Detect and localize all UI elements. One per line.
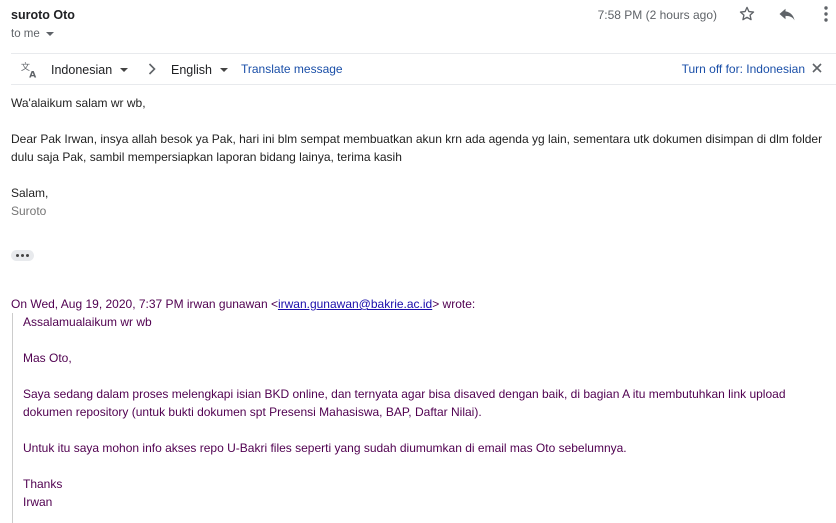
- source-language-select[interactable]: Indonesian: [51, 63, 129, 77]
- quoted-greeting: Assalamualaikum wr wb: [23, 315, 152, 329]
- quoted-paragraph-1: Saya sedang dalam proses melengkapi isia…: [23, 387, 786, 419]
- recipient-details[interactable]: to me: [11, 28, 54, 40]
- more-vert-icon: [824, 6, 828, 22]
- message-paragraph: Dear Pak Irwan, insya allah besok ya Pak…: [11, 132, 823, 164]
- dropdown-caret-icon: [220, 68, 228, 72]
- target-language-select[interactable]: English: [171, 63, 228, 77]
- close-icon: [812, 63, 822, 73]
- quoted-header: On Wed, Aug 19, 2020, 7:37 PM irwan guna…: [11, 295, 475, 313]
- quoted-header-prefix: On Wed, Aug 19, 2020, 7:37 PM irwan guna…: [11, 297, 278, 311]
- reply-arrow-icon: [779, 8, 795, 21]
- turn-off-translation-link[interactable]: Turn off for: Indonesian: [682, 62, 805, 76]
- message-greeting: Wa'alaikum salam wr wb,: [11, 96, 146, 110]
- ellipsis-dot-icon: [26, 254, 29, 257]
- quoted-signature: Irwan: [23, 495, 53, 509]
- show-trimmed-content-button[interactable]: [11, 250, 34, 261]
- recipient-label: to me: [11, 28, 40, 40]
- message-closing: Salam,: [11, 186, 49, 200]
- message-time: 7:58 PM (2 hours ago): [597, 8, 717, 22]
- caret-down-icon[interactable]: [45, 32, 54, 36]
- source-language-label: Indonesian: [51, 63, 113, 77]
- message-signature: Suroto: [11, 204, 47, 218]
- target-language-label: English: [171, 63, 212, 77]
- sender-name[interactable]: suroto Oto: [11, 8, 75, 22]
- chevron-right-icon: [145, 61, 159, 77]
- star-outline-icon: [739, 6, 755, 21]
- more-options-button[interactable]: [816, 4, 836, 24]
- translate-icon: 文 A: [20, 59, 40, 79]
- quote-divider: [12, 313, 13, 523]
- star-button[interactable]: [736, 4, 758, 24]
- reply-button[interactable]: [776, 4, 798, 24]
- quoted-salutation: Mas Oto,: [23, 351, 72, 365]
- ellipsis-dot-icon: [16, 254, 19, 257]
- svg-text:A: A: [29, 69, 37, 79]
- quoted-paragraph-2: Untuk itu saya mohon info akses repo U-B…: [23, 441, 627, 455]
- quoted-thanks: Thanks: [23, 477, 63, 491]
- dropdown-caret-icon: [120, 68, 129, 72]
- quoted-email-link[interactable]: irwan.gunawan@bakrie.ac.id: [278, 297, 432, 311]
- translate-message-link[interactable]: Translate message: [241, 62, 343, 76]
- quoted-header-suffix: > wrote:: [432, 297, 476, 311]
- close-translation-button[interactable]: [811, 62, 823, 74]
- ellipsis-dot-icon: [21, 254, 24, 257]
